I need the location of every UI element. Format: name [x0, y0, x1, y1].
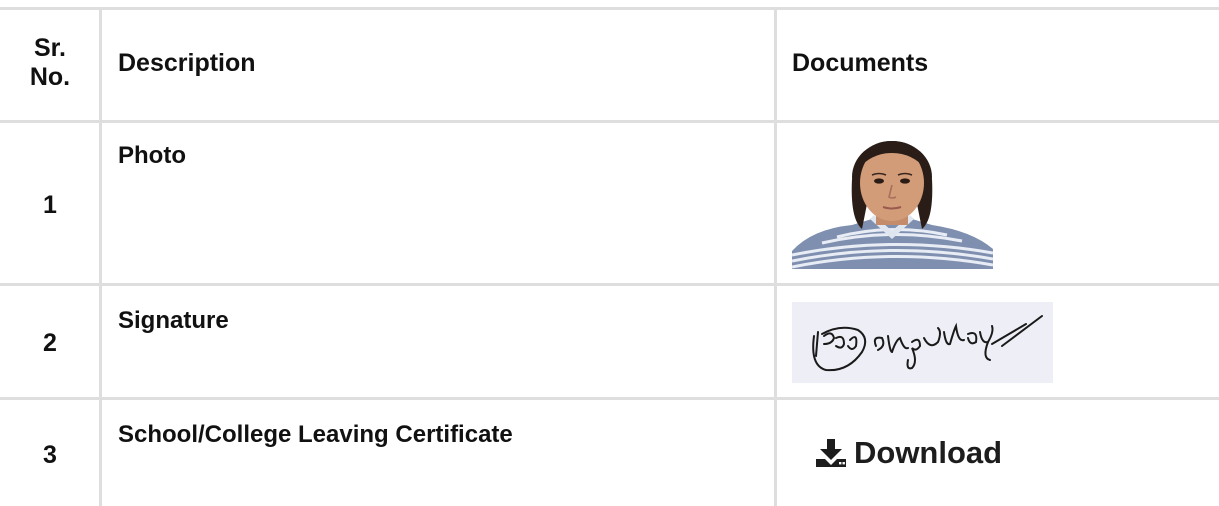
row-2-sr: 2	[43, 329, 57, 357]
applicant-photo-image	[792, 139, 993, 269]
table-top-border	[0, 7, 1219, 10]
header-sr-no-line2: No.	[29, 63, 71, 91]
col-2-border	[774, 7, 777, 506]
applicant-signature[interactable]	[792, 302, 1053, 383]
download-certificate-button[interactable]: Download	[816, 434, 1002, 472]
header-sr-no-line1: Sr.	[34, 34, 66, 62]
row-1-description: Photo	[118, 142, 186, 169]
signature-image	[812, 315, 1043, 372]
row-2-border	[0, 397, 1219, 400]
download-icon	[816, 439, 846, 467]
header-row-border	[0, 120, 1219, 123]
header-description: Description	[118, 49, 256, 77]
header-documents: Documents	[792, 49, 929, 77]
row-3-description: School/College Leaving Certificate	[118, 421, 513, 448]
row-3-sr: 3	[43, 441, 57, 469]
download-label: Download	[854, 435, 1003, 470]
applicant-photo[interactable]	[792, 139, 993, 269]
row-1-border	[0, 283, 1219, 286]
row-2-description: Signature	[118, 307, 229, 334]
row-1-sr: 1	[43, 191, 57, 219]
documents-table: Sr. No. Description Documents 1 Photo 2 …	[0, 0, 1219, 506]
header-sr-no: Sr. No.	[0, 34, 100, 92]
